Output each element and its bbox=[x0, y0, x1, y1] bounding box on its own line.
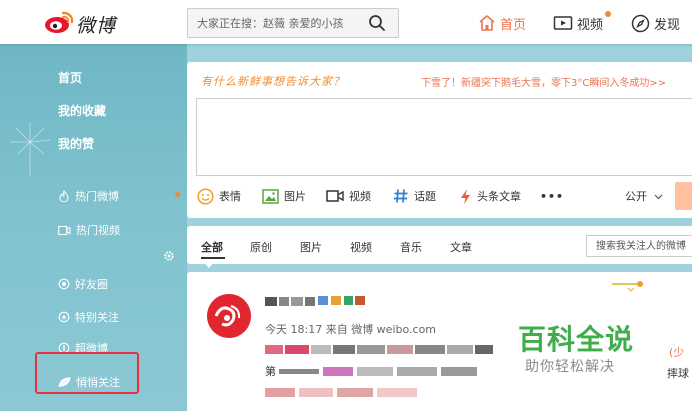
sidebar-item-home[interactable]: 首页 bbox=[58, 68, 82, 86]
tool-label: 话题 bbox=[414, 190, 436, 203]
chevron-down-icon bbox=[654, 194, 662, 200]
feed-tabs: 全部 原创 图片 视频 音乐 文章 bbox=[187, 226, 692, 264]
tab-articles[interactable]: 文章 bbox=[450, 239, 472, 255]
sidebar-item-favorites[interactable]: 我的收藏 bbox=[58, 101, 106, 119]
sidebar-item-label: 好友圈 bbox=[75, 278, 108, 291]
post-textarea[interactable] bbox=[196, 98, 692, 176]
flame-icon bbox=[58, 190, 70, 202]
hot-topic-link[interactable]: 下雪了！新疆突下鹅毛大雪，零下3°C瞬间入冬成功>> bbox=[421, 74, 692, 89]
search-icon[interactable] bbox=[368, 14, 386, 32]
post-composer: 有什么新鲜事想告诉大家？ 下雪了！新疆突下鹅毛大雪，零下3°C瞬间入冬成功>> … bbox=[187, 62, 692, 218]
nav-home[interactable]: 首页 bbox=[478, 13, 526, 33]
tool-label: 表情 bbox=[219, 190, 241, 203]
tool-image[interactable]: 图片 bbox=[262, 186, 306, 206]
lightning-icon bbox=[461, 188, 470, 204]
notification-dot bbox=[175, 192, 180, 197]
emoji-icon bbox=[197, 187, 214, 205]
nav-video-label: 视频 bbox=[577, 17, 604, 33]
composer-toolbar: 表情 图片 视频 话题 头条文章 ••• 公开 bbox=[197, 182, 692, 210]
nav-discover-label: 发现 bbox=[654, 17, 681, 33]
avatar-logo-icon bbox=[207, 294, 251, 338]
tab-videos[interactable]: 视频 bbox=[350, 239, 372, 255]
feed-search-input[interactable] bbox=[586, 235, 692, 257]
visibility-select[interactable]: 公开 bbox=[625, 188, 663, 204]
video-icon bbox=[553, 16, 573, 30]
nav-home-label: 首页 bbox=[500, 17, 527, 33]
more-button[interactable]: ••• bbox=[540, 186, 564, 206]
hashtag-icon bbox=[394, 189, 408, 203]
post-line-prefix: 第 bbox=[265, 365, 276, 378]
publish-button[interactable] bbox=[675, 182, 692, 210]
active-tab-indicator bbox=[201, 257, 225, 259]
image-icon bbox=[262, 188, 279, 204]
sidebar-item-label: 特别关注 bbox=[75, 311, 119, 324]
post-text-blurred bbox=[265, 342, 495, 358]
post-link-snippet[interactable]: (少 bbox=[669, 344, 684, 360]
search-input[interactable] bbox=[188, 9, 360, 37]
notification-dot bbox=[605, 11, 611, 17]
post-menu-chevron-icon[interactable] bbox=[610, 280, 646, 294]
video-icon bbox=[58, 225, 71, 236]
sidebar-item-likes[interactable]: 我的赞 bbox=[58, 134, 94, 152]
watermark-subtitle: 助你轻松解决 bbox=[525, 359, 615, 375]
tab-music[interactable]: 音乐 bbox=[400, 239, 422, 255]
dandelion-decoration bbox=[10, 122, 51, 176]
tab-all[interactable]: 全部 bbox=[201, 239, 223, 255]
home-icon bbox=[479, 15, 495, 31]
tool-label: 视频 bbox=[349, 190, 371, 203]
tool-video[interactable]: 视频 bbox=[326, 186, 371, 206]
nav-discover[interactable]: 发现 bbox=[631, 13, 680, 33]
sidebar-item-hot-weibo[interactable]: 热门微博 bbox=[58, 187, 119, 205]
weibo-logo-icon bbox=[45, 11, 74, 33]
post-author-blurred[interactable] bbox=[265, 294, 385, 310]
tool-label: 头条文章 bbox=[477, 190, 521, 203]
sidebar-item-friends-circle[interactable]: 好友圈 bbox=[58, 275, 108, 293]
weibo-logo[interactable]: 微博 bbox=[44, 8, 124, 37]
sidebar-item-label: 热门微博 bbox=[75, 190, 119, 203]
avatar[interactable] bbox=[207, 294, 251, 338]
watermark: 百科全说 助你轻松解决 bbox=[518, 318, 648, 378]
sidebar-item-label: 我的收藏 bbox=[58, 103, 107, 118]
tab-original[interactable]: 原创 bbox=[250, 239, 272, 255]
logo-text: 微博 bbox=[76, 15, 117, 37]
compass-icon bbox=[631, 14, 650, 32]
watermark-title: 百科全说 bbox=[518, 323, 635, 356]
visibility-label: 公开 bbox=[625, 190, 647, 203]
post-text-snippet: 摔球 bbox=[667, 367, 689, 380]
post-meta: 今天 18:17 来自 微博 weibo.com bbox=[265, 323, 437, 336]
sidebar-item-hot-video[interactable]: 热门视频 bbox=[58, 221, 120, 239]
sidebar-item-label: 首页 bbox=[58, 70, 83, 85]
post-text-blurred bbox=[265, 385, 425, 399]
circle-icon bbox=[58, 278, 70, 290]
nav-video[interactable]: 视频 bbox=[553, 11, 611, 33]
sidebar-item-label: 我的赞 bbox=[58, 136, 95, 151]
sidebar-item-label: 热门视频 bbox=[76, 224, 120, 237]
search-box bbox=[187, 8, 399, 38]
video-icon bbox=[326, 190, 344, 202]
top-bar: 微博 首页 视频 发现 bbox=[0, 0, 692, 44]
star-icon bbox=[58, 311, 70, 323]
tab-pointer-icon bbox=[204, 262, 214, 268]
tool-emoji[interactable]: 表情 bbox=[197, 186, 241, 206]
post-text-blurred: 第 bbox=[265, 364, 495, 378]
gear-icon[interactable] bbox=[163, 250, 175, 262]
composer-prompt: 有什么新鲜事想告诉大家？ bbox=[201, 75, 345, 88]
tool-article[interactable]: 头条文章 bbox=[459, 186, 521, 206]
sidebar-item-special-follow[interactable]: 特别关注 bbox=[58, 308, 119, 326]
tool-label: 图片 bbox=[284, 190, 306, 203]
highlight-box bbox=[35, 352, 139, 394]
tool-topic[interactable]: 话题 bbox=[393, 186, 436, 206]
tab-images[interactable]: 图片 bbox=[300, 239, 322, 255]
